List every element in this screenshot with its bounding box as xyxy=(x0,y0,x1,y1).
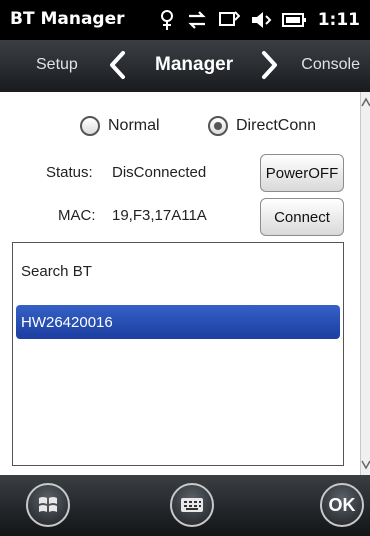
ok-button[interactable]: OK xyxy=(320,483,364,527)
connect-button[interactable]: Connect xyxy=(260,198,344,236)
radio-directconn-circle[interactable] xyxy=(208,116,228,136)
power-off-button[interactable]: PowerOFF xyxy=(260,154,344,192)
radio-directconn[interactable]: DirectConn xyxy=(208,116,316,136)
keyboard-button[interactable] xyxy=(170,483,214,527)
status-icons: 1:11 xyxy=(158,6,360,34)
scrollbar[interactable] xyxy=(360,92,370,475)
scroll-up-icon[interactable] xyxy=(361,94,370,112)
status-label: Status: xyxy=(46,164,93,181)
list-item[interactable]: HW26420016 xyxy=(16,305,340,339)
mac-label: MAC: xyxy=(58,207,96,224)
bottom-bar: OK xyxy=(0,475,370,536)
chevron-left-icon[interactable] xyxy=(105,50,131,80)
main-panel: Normal DirectConn Status: DisConnected M… xyxy=(0,92,360,475)
keyboard-icon xyxy=(181,498,203,512)
device-list[interactable]: Search BT HW26420016 xyxy=(12,242,344,466)
battery-icon xyxy=(281,13,306,27)
app-title: BT Manager xyxy=(10,9,125,29)
list-header: Search BT xyxy=(21,263,92,280)
tab-console[interactable]: Console xyxy=(301,56,360,74)
radio-normal-label: Normal xyxy=(108,117,160,134)
clock: 1:11 xyxy=(317,10,360,30)
start-button[interactable] xyxy=(26,483,70,527)
radio-directconn-label: DirectConn xyxy=(236,117,317,134)
status-value: DisConnected xyxy=(112,164,207,181)
volume-icon xyxy=(251,12,272,28)
windows-logo-icon xyxy=(39,497,57,512)
radio-normal-circle[interactable] xyxy=(80,116,100,136)
nav-header: Setup Manager Console xyxy=(0,40,370,92)
scroll-down-icon[interactable] xyxy=(361,455,370,473)
chevron-right-icon[interactable] xyxy=(256,50,282,80)
page-title: Manager xyxy=(155,54,234,75)
mac-value: 19,F3,17A11A xyxy=(112,207,207,224)
status-bar: BT Manager 1:11 xyxy=(0,0,370,40)
message-icon xyxy=(218,11,240,26)
data-sync-icon xyxy=(188,11,206,29)
connection-icon xyxy=(160,10,173,30)
radio-normal[interactable]: Normal xyxy=(80,116,160,136)
tab-setup[interactable]: Setup xyxy=(36,56,78,74)
